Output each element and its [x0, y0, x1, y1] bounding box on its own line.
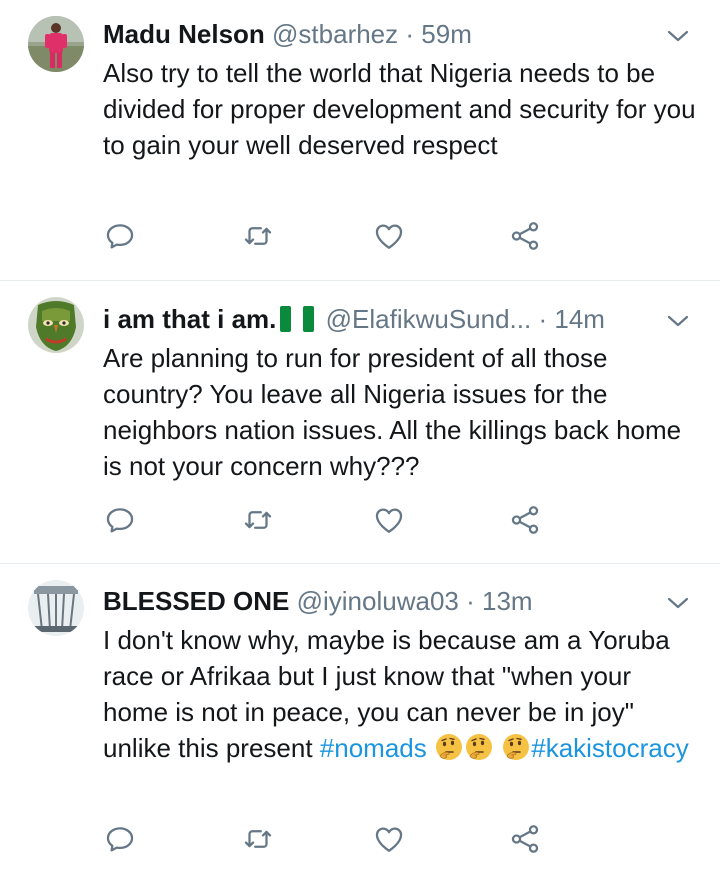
- chevron-down-icon[interactable]: [664, 593, 692, 613]
- tweet-text: Are planning to run for president of all…: [103, 343, 682, 481]
- building-avatar-icon: [28, 580, 84, 636]
- nigeria-flag-icon: [280, 306, 315, 332]
- user-handle[interactable]: @stbarhez: [272, 19, 398, 49]
- retweet-icon[interactable]: [241, 822, 275, 856]
- reply-icon[interactable]: [103, 503, 137, 537]
- thinking-face-icon: [501, 732, 531, 762]
- person-avatar-icon: [28, 16, 84, 72]
- thinking-face-icon: [434, 732, 464, 762]
- tweet-text: I don't know why, maybe is because am a …: [103, 622, 703, 766]
- timestamp[interactable]: 13m: [482, 586, 533, 616]
- tweet-actions: [0, 219, 720, 253]
- retweet-icon[interactable]: [241, 503, 275, 537]
- timestamp[interactable]: 14m: [554, 304, 605, 334]
- like-icon[interactable]: [372, 503, 406, 537]
- retweet-icon[interactable]: [241, 219, 275, 253]
- tweet-header: Madu Nelson @stbarhez · 59m: [103, 14, 472, 54]
- like-icon[interactable]: [372, 822, 406, 856]
- separator: ·: [405, 19, 415, 49]
- tweet-text: Also try to tell the world that Nigeria …: [103, 58, 696, 160]
- share-icon[interactable]: [508, 219, 542, 253]
- tweet[interactable]: Madu Nelson @stbarhez · 59m Also try to …: [0, 0, 720, 280]
- tweet-header: BLESSED ONE @iyinoluwa03 · 13m: [103, 581, 533, 621]
- avatar[interactable]: [28, 16, 84, 72]
- separator: ·: [538, 304, 548, 334]
- tweet-actions: [0, 822, 720, 856]
- separator: ·: [466, 586, 475, 616]
- display-name[interactable]: i am that i am.: [103, 304, 276, 334]
- share-icon[interactable]: [508, 503, 542, 537]
- chevron-down-icon[interactable]: [664, 26, 692, 46]
- user-handle[interactable]: @iyinoluwa03: [297, 586, 459, 616]
- hashtag-link[interactable]: #kakistocracy: [531, 733, 689, 763]
- tweet-header: i am that i am. @ElafikwuSund... · 14m: [103, 299, 605, 339]
- display-name[interactable]: BLESSED ONE: [103, 586, 289, 616]
- display-name[interactable]: Madu Nelson: [103, 19, 265, 49]
- like-icon[interactable]: [372, 219, 406, 253]
- mask-avatar-icon: [28, 297, 84, 353]
- user-handle[interactable]: @ElafikwuSund...: [326, 304, 532, 334]
- thinking-face-icon: [464, 732, 494, 762]
- avatar[interactable]: [28, 297, 84, 353]
- chevron-down-icon[interactable]: [664, 311, 692, 331]
- reply-icon[interactable]: [103, 822, 137, 856]
- tweet-actions: [0, 503, 720, 537]
- avatar[interactable]: [28, 580, 84, 636]
- tweet[interactable]: BLESSED ONE @iyinoluwa03 · 13m I don't k…: [0, 564, 720, 871]
- timestamp[interactable]: 59m: [421, 19, 472, 49]
- share-icon[interactable]: [508, 822, 542, 856]
- hashtag-link[interactable]: #nomads: [320, 733, 427, 763]
- reply-icon[interactable]: [103, 219, 137, 253]
- tweet[interactable]: i am that i am. @ElafikwuSund... · 14m A…: [0, 281, 720, 563]
